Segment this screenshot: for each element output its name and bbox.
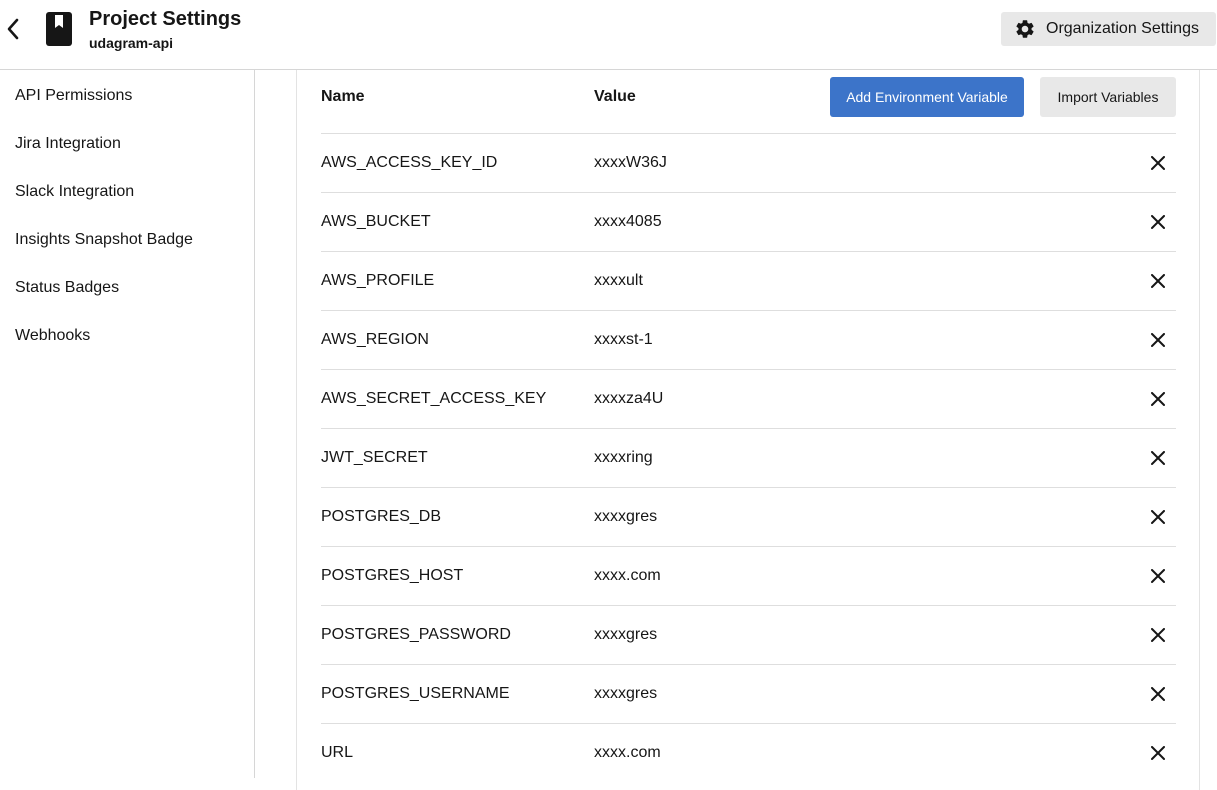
- delete-variable-button[interactable]: [1147, 683, 1169, 705]
- close-icon: [1151, 687, 1165, 701]
- delete-variable-button[interactable]: [1147, 270, 1169, 292]
- variable-name: AWS_SECRET_ACCESS_KEY: [321, 390, 547, 407]
- close-icon: [1151, 392, 1165, 406]
- variable-name: AWS_ACCESS_KEY_ID: [321, 154, 498, 171]
- table-row: AWS_SECRET_ACCESS_KEY xxxxza4U: [321, 369, 1176, 428]
- environment-variables-table: AWS_ACCESS_KEY_ID xxxxW36J AWS_BUCKET xx…: [321, 133, 1176, 782]
- variable-name: POSTGRES_HOST: [321, 567, 464, 584]
- table-row: POSTGRES_USERNAME xxxxgres: [321, 664, 1176, 723]
- variable-value: xxxxgres: [594, 626, 658, 643]
- table-row: AWS_REGION xxxxst-1: [321, 310, 1176, 369]
- variable-value: xxxx.com: [594, 744, 661, 761]
- variable-value: xxxxgres: [594, 508, 658, 525]
- close-icon: [1151, 274, 1165, 288]
- variable-value: xxxx.com: [594, 567, 661, 584]
- back-button[interactable]: [2, 15, 24, 43]
- delete-variable-button[interactable]: [1147, 447, 1169, 469]
- organization-settings-label: Organization Settings: [1046, 20, 1199, 37]
- variable-name: JWT_SECRET: [321, 449, 428, 466]
- column-header-name: Name: [321, 88, 365, 105]
- delete-variable-button[interactable]: [1147, 742, 1169, 764]
- column-header-value: Value: [594, 88, 636, 105]
- table-row: AWS_PROFILE xxxxult: [321, 251, 1176, 310]
- table-row: POSTGRES_DB xxxxgres: [321, 487, 1176, 546]
- page-header: Project Settings udagram-api Organizatio…: [0, 0, 1217, 70]
- close-icon: [1151, 628, 1165, 642]
- variable-name: AWS_REGION: [321, 331, 429, 348]
- project-name: udagram-api: [89, 35, 174, 51]
- table-row: AWS_ACCESS_KEY_ID xxxxW36J: [321, 133, 1176, 192]
- sidebar-item-insights-snapshot-badge[interactable]: Insights Snapshot Badge: [15, 231, 193, 255]
- close-icon: [1151, 746, 1165, 760]
- variable-name: POSTGRES_USERNAME: [321, 685, 510, 702]
- variable-value: xxxxza4U: [594, 390, 664, 407]
- sidebar-item-slack-integration[interactable]: Slack Integration: [15, 183, 134, 207]
- delete-variable-button[interactable]: [1147, 624, 1169, 646]
- delete-variable-button[interactable]: [1147, 329, 1169, 351]
- delete-variable-button[interactable]: [1147, 388, 1169, 410]
- variable-name: URL: [321, 744, 354, 761]
- add-environment-variable-button[interactable]: Add Environment Variable: [830, 77, 1024, 117]
- page-title: Project Settings: [89, 8, 242, 30]
- variable-value: xxxxW36J: [594, 154, 667, 171]
- gear-icon: [1016, 20, 1034, 38]
- table-row: AWS_BUCKET xxxx4085: [321, 192, 1176, 251]
- variable-name: POSTGRES_DB: [321, 508, 442, 525]
- table-row: JWT_SECRET xxxxring: [321, 428, 1176, 487]
- close-icon: [1151, 569, 1165, 583]
- table-row: POSTGRES_PASSWORD xxxxgres: [321, 605, 1176, 664]
- delete-variable-button[interactable]: [1147, 152, 1169, 174]
- delete-variable-button[interactable]: [1147, 565, 1169, 587]
- variable-name: POSTGRES_PASSWORD: [321, 626, 511, 643]
- close-icon: [1151, 215, 1165, 229]
- bookmark-icon: [46, 12, 72, 46]
- sidebar-item-webhooks[interactable]: Webhooks: [15, 327, 90, 351]
- organization-settings-button[interactable]: Organization Settings: [1001, 12, 1216, 46]
- import-variables-button[interactable]: Import Variables: [1040, 77, 1176, 117]
- close-icon: [1151, 451, 1165, 465]
- close-icon: [1151, 333, 1165, 347]
- variable-name: AWS_PROFILE: [321, 272, 435, 289]
- delete-variable-button[interactable]: [1147, 211, 1169, 233]
- variable-value: xxxxult: [594, 272, 643, 289]
- variable-value: xxxxgres: [594, 685, 658, 702]
- sidebar-item-jira-integration[interactable]: Jira Integration: [15, 135, 121, 159]
- variable-value: xxxx4085: [594, 213, 662, 230]
- delete-variable-button[interactable]: [1147, 506, 1169, 528]
- variable-value: xxxxring: [594, 449, 653, 466]
- close-icon: [1151, 156, 1165, 170]
- settings-sidebar: API Permissions Jira Integration Slack I…: [0, 70, 255, 778]
- table-row: POSTGRES_HOST xxxx.com: [321, 546, 1176, 605]
- variable-value: xxxxst-1: [594, 331, 653, 348]
- chevron-left-icon: [7, 18, 19, 40]
- close-icon: [1151, 510, 1165, 524]
- environment-variables-panel: Name Value Add Environment Variable Impo…: [296, 70, 1200, 790]
- sidebar-item-status-badges[interactable]: Status Badges: [15, 279, 119, 303]
- variable-name: AWS_BUCKET: [321, 213, 431, 230]
- table-row: URL xxxx.com: [321, 723, 1176, 782]
- sidebar-item-api-permissions[interactable]: API Permissions: [15, 87, 132, 111]
